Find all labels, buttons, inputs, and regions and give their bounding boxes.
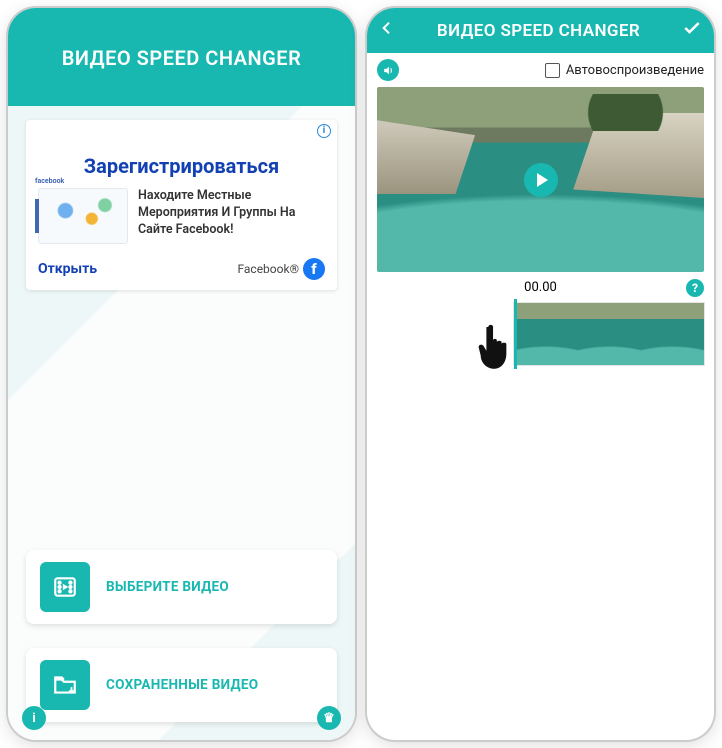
checkbox-icon [545,63,560,78]
screen-editor: ВИДЕО SPEED CHANGER Автовоспроизведение … [367,8,714,740]
ad-thumbnail: facebook [38,188,128,244]
editor-top-row: Автовоспроизведение [367,53,714,83]
video-preview[interactable] [377,87,704,272]
folder-icon [40,660,90,710]
ad-card[interactable]: i Зарегистрироваться facebook Находите М… [26,120,337,290]
saved-videos-label: СОХРАНЕННЫЕ ВИДЕО [106,677,258,693]
play-button[interactable] [524,163,558,197]
editor-header: ВИДЕО SPEED CHANGER [367,8,714,53]
help-button[interactable]: ? [686,279,704,297]
screen-home: ВИДЕО SPEED CHANGER i Зарегистрироваться… [8,8,355,740]
editor-title: ВИДЕО SPEED CHANGER [405,21,672,41]
autoplay-label: Автовоспроизведение [566,63,704,78]
ad-description: Находите Местные Мероприятия И Группы На… [138,188,325,239]
timeline-cursor[interactable] [514,299,517,369]
time-row: 00.00 ? [377,280,704,295]
app-title: ВИДЕО SPEED CHANGER [8,8,355,106]
autoplay-checkbox[interactable]: Автовоспроизведение [545,63,704,78]
tutorial-hand-icon [475,321,513,371]
home-body: i Зарегистрироваться facebook Находите М… [8,106,355,740]
timeline[interactable] [377,303,704,377]
sound-button[interactable] [377,59,399,81]
select-video-label: ВЫБЕРИТЕ ВИДЕО [106,579,229,595]
facebook-icon: f [303,258,325,280]
ad-brand: Facebook® f [237,258,325,280]
film-icon [40,562,90,612]
ad-open-button[interactable]: Открыть [38,261,97,277]
ad-title: Зарегистрироваться [38,154,325,178]
select-video-button[interactable]: ВЫБЕРИТЕ ВИДЕО [26,550,337,624]
ad-info-icon[interactable]: i [317,124,331,138]
confirm-button[interactable] [682,18,702,43]
time-label: 00.00 [524,280,557,295]
info-button[interactable]: i [22,706,46,730]
timeline-strip[interactable] [514,303,704,365]
back-button[interactable] [379,20,395,41]
ad-brand-label: Facebook® [237,262,299,276]
premium-button[interactable]: ♛ [317,706,341,730]
saved-videos-button[interactable]: СОХРАНЕННЫЕ ВИДЕО [26,648,337,722]
ad-fb-tag: facebook [35,177,64,185]
